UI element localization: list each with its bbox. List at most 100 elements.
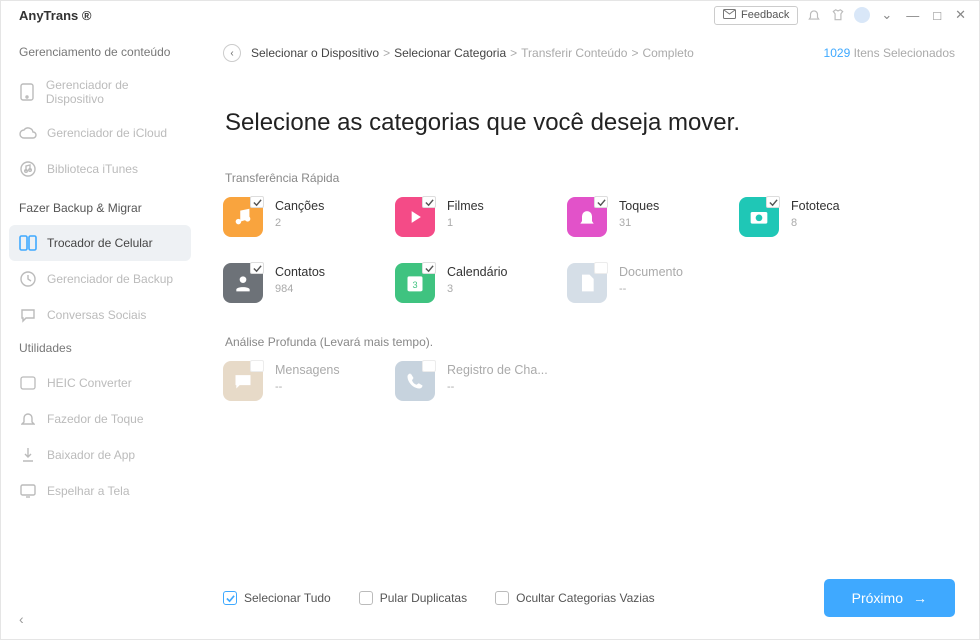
- check-icon: [422, 360, 436, 372]
- checkbox-select-all[interactable]: Selecionar Tudo: [223, 591, 331, 605]
- chat-icon: [19, 306, 37, 324]
- category-label: Filmes: [447, 199, 484, 213]
- sidebar-item-label: Gerenciador de Backup: [47, 272, 173, 286]
- breadcrumb-step: Transferir Conteúdo: [521, 46, 627, 60]
- cloud-icon: [19, 124, 37, 142]
- category-call-log[interactable]: Registro de Cha... --: [395, 361, 567, 401]
- check-icon: [422, 196, 436, 208]
- sidebar-item-itunes[interactable]: Biblioteca iTunes: [9, 151, 191, 187]
- checkbox-skip-duplicates[interactable]: Pular Duplicatas: [359, 591, 467, 605]
- check-icon: [594, 262, 608, 274]
- app-title: AnyTrans ®: [19, 8, 91, 23]
- category-count: 2: [275, 217, 324, 229]
- main-panel: ‹ Selecionar o Dispositivo > Selecionar …: [199, 29, 979, 639]
- check-icon: [766, 196, 780, 208]
- collapse-sidebar-button[interactable]: ‹: [19, 611, 24, 627]
- feedback-button[interactable]: Feedback: [714, 6, 798, 25]
- sidebar-item-phone-switcher[interactable]: Trocador de Celular: [9, 225, 191, 261]
- category-grid-deep: Mensagens-- Registro de Cha... --: [223, 361, 955, 427]
- category-count: 8: [791, 217, 840, 229]
- category-movies[interactable]: Filmes 1: [395, 197, 567, 237]
- checkbox-label: Selecionar Tudo: [244, 591, 331, 605]
- screen-icon: [19, 482, 37, 500]
- breadcrumb-step[interactable]: Selecionar Categoria: [394, 46, 506, 60]
- breadcrumb-step[interactable]: Selecionar o Dispositivo: [251, 46, 379, 60]
- bell-icon: [19, 410, 37, 428]
- sidebar-item-label: Gerenciador de Dispositivo: [46, 78, 181, 106]
- category-photos[interactable]: Fototeca 8: [739, 197, 911, 237]
- category-label: Toques: [619, 199, 659, 213]
- category-label: Documento: [619, 265, 683, 279]
- check-icon: [250, 360, 264, 372]
- sidebar-item-label: Biblioteca iTunes: [47, 162, 138, 176]
- category-label: Contatos: [275, 265, 325, 279]
- close-button[interactable]: ✕: [952, 7, 969, 23]
- category-label: Mensagens: [275, 363, 340, 377]
- check-icon: [250, 196, 264, 208]
- chevron-down-icon[interactable]: ⌄: [878, 7, 895, 23]
- next-button[interactable]: Próximo →: [824, 579, 955, 617]
- device-icon: [19, 83, 36, 101]
- phone-switch-icon: [19, 234, 37, 252]
- checkbox-label: Pular Duplicatas: [380, 591, 467, 605]
- bell-icon[interactable]: [806, 7, 822, 23]
- avatar[interactable]: [854, 7, 870, 23]
- svg-text:3: 3: [412, 280, 417, 290]
- category-music[interactable]: Canções 2: [223, 197, 395, 237]
- checkbox-label: Ocultar Categorias Vazias: [516, 591, 655, 605]
- section-title-deep: Análise Profunda (Levará mais tempo).: [225, 335, 955, 349]
- category-messages[interactable]: Mensagens--: [223, 361, 395, 401]
- sidebar-heading-content: Gerenciamento de conteúdo: [9, 37, 191, 69]
- category-ringtones[interactable]: Toques 31: [567, 197, 739, 237]
- sidebar-item-device-manager[interactable]: Gerenciador de Dispositivo: [9, 69, 191, 115]
- minimize-button[interactable]: —: [903, 8, 922, 23]
- category-count: 31: [619, 217, 659, 229]
- maximize-button[interactable]: □: [930, 8, 944, 23]
- category-count: --: [447, 381, 548, 393]
- history-icon: [19, 270, 37, 288]
- mail-icon: [723, 9, 736, 22]
- section-title-quick: Transferência Rápida: [225, 171, 955, 185]
- sidebar-item-mirror[interactable]: Espelhar a Tela: [9, 473, 191, 509]
- check-icon: [594, 196, 608, 208]
- sidebar-item-icloud[interactable]: Gerenciador de iCloud: [9, 115, 191, 151]
- category-count: --: [619, 283, 683, 295]
- check-icon: [250, 262, 264, 274]
- sidebar-item-ringtone[interactable]: Fazedor de Toque: [9, 401, 191, 437]
- back-button[interactable]: ‹: [223, 44, 241, 62]
- category-grid-quick: Canções 2 Filmes 1 Toques 31 Fototeca 8 Cont…: [223, 197, 955, 329]
- feedback-label: Feedback: [741, 9, 789, 21]
- shirt-icon[interactable]: [830, 7, 846, 23]
- download-icon: [19, 446, 37, 464]
- sidebar-item-label: Fazedor de Toque: [47, 412, 144, 426]
- sidebar: Gerenciamento de conteúdo Gerenciador de…: [1, 29, 199, 639]
- category-label: Calendário: [447, 265, 507, 279]
- checkbox-hide-empty[interactable]: Ocultar Categorias Vazias: [495, 591, 655, 605]
- category-count: 1: [447, 217, 484, 229]
- category-calendar[interactable]: 3 Calendário 3: [395, 263, 567, 303]
- category-contacts[interactable]: Contatos 984: [223, 263, 395, 303]
- category-count: 984: [275, 283, 325, 295]
- sidebar-item-label: Trocador de Celular: [47, 236, 153, 250]
- page-title: Selecione as categorias que você deseja …: [225, 109, 955, 137]
- breadcrumb-step: Completo: [642, 46, 693, 60]
- sidebar-item-heic[interactable]: HEIC Converter: [9, 365, 191, 401]
- category-label: Fototeca: [791, 199, 840, 213]
- arrow-right-icon: →: [913, 590, 927, 606]
- heic-icon: [19, 374, 37, 392]
- sidebar-item-label: Espelhar a Tela: [47, 484, 130, 498]
- sidebar-item-backup-manager[interactable]: Gerenciador de Backup: [9, 261, 191, 297]
- category-label: Registro de Cha...: [447, 363, 548, 377]
- sidebar-heading-utilities: Utilidades: [9, 333, 191, 365]
- sidebar-item-label: Conversas Sociais: [47, 308, 146, 322]
- next-label: Próximo: [852, 590, 903, 606]
- sidebar-item-label: Gerenciador de iCloud: [47, 126, 167, 140]
- category-document[interactable]: Documento --: [567, 263, 739, 303]
- music-icon: [19, 160, 37, 178]
- sidebar-item-social[interactable]: Conversas Sociais: [9, 297, 191, 333]
- sidebar-heading-backup: Fazer Backup & Migrar: [9, 193, 191, 225]
- sidebar-item-app-download[interactable]: Baixador de App: [9, 437, 191, 473]
- category-label: Canções: [275, 199, 324, 213]
- category-count: 3: [447, 283, 507, 295]
- footer-bar: Selecionar Tudo Pular Duplicatas Ocultar…: [223, 579, 955, 617]
